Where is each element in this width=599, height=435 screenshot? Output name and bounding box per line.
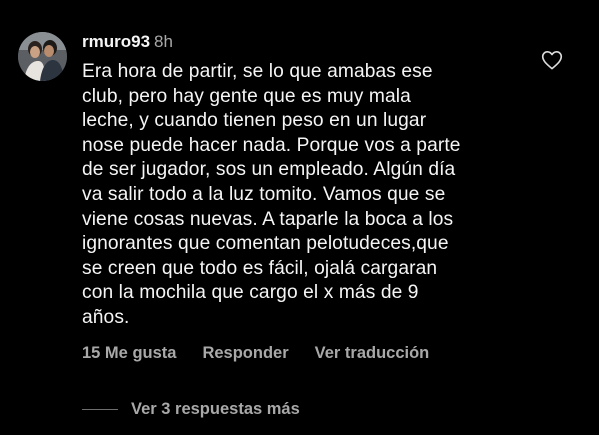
comment-actions: 15 Me gusta Responder Ver traducción	[82, 342, 429, 364]
likes-count-button[interactable]: 15 Me gusta	[82, 344, 176, 362]
comment-header: rmuro93 8h	[82, 31, 173, 54]
view-replies-label: Ver 3 respuestas más	[131, 400, 300, 418]
username[interactable]: rmuro93	[82, 32, 150, 51]
see-translation-button[interactable]: Ver traducción	[315, 344, 430, 362]
comment: rmuro93 8h Era hora de partir, se lo que …	[0, 0, 599, 435]
reply-button[interactable]: Responder	[202, 344, 288, 362]
replies-divider-line	[82, 408, 118, 410]
comment-text: Era hora de partir, se lo que amabas ese…	[82, 61, 461, 328]
avatar-image	[18, 32, 67, 81]
timestamp: 8h	[154, 32, 173, 51]
heart-icon[interactable]	[541, 50, 563, 70]
view-replies-button[interactable]: Ver 3 respuestas más	[82, 398, 300, 420]
avatar[interactable]	[18, 32, 67, 81]
